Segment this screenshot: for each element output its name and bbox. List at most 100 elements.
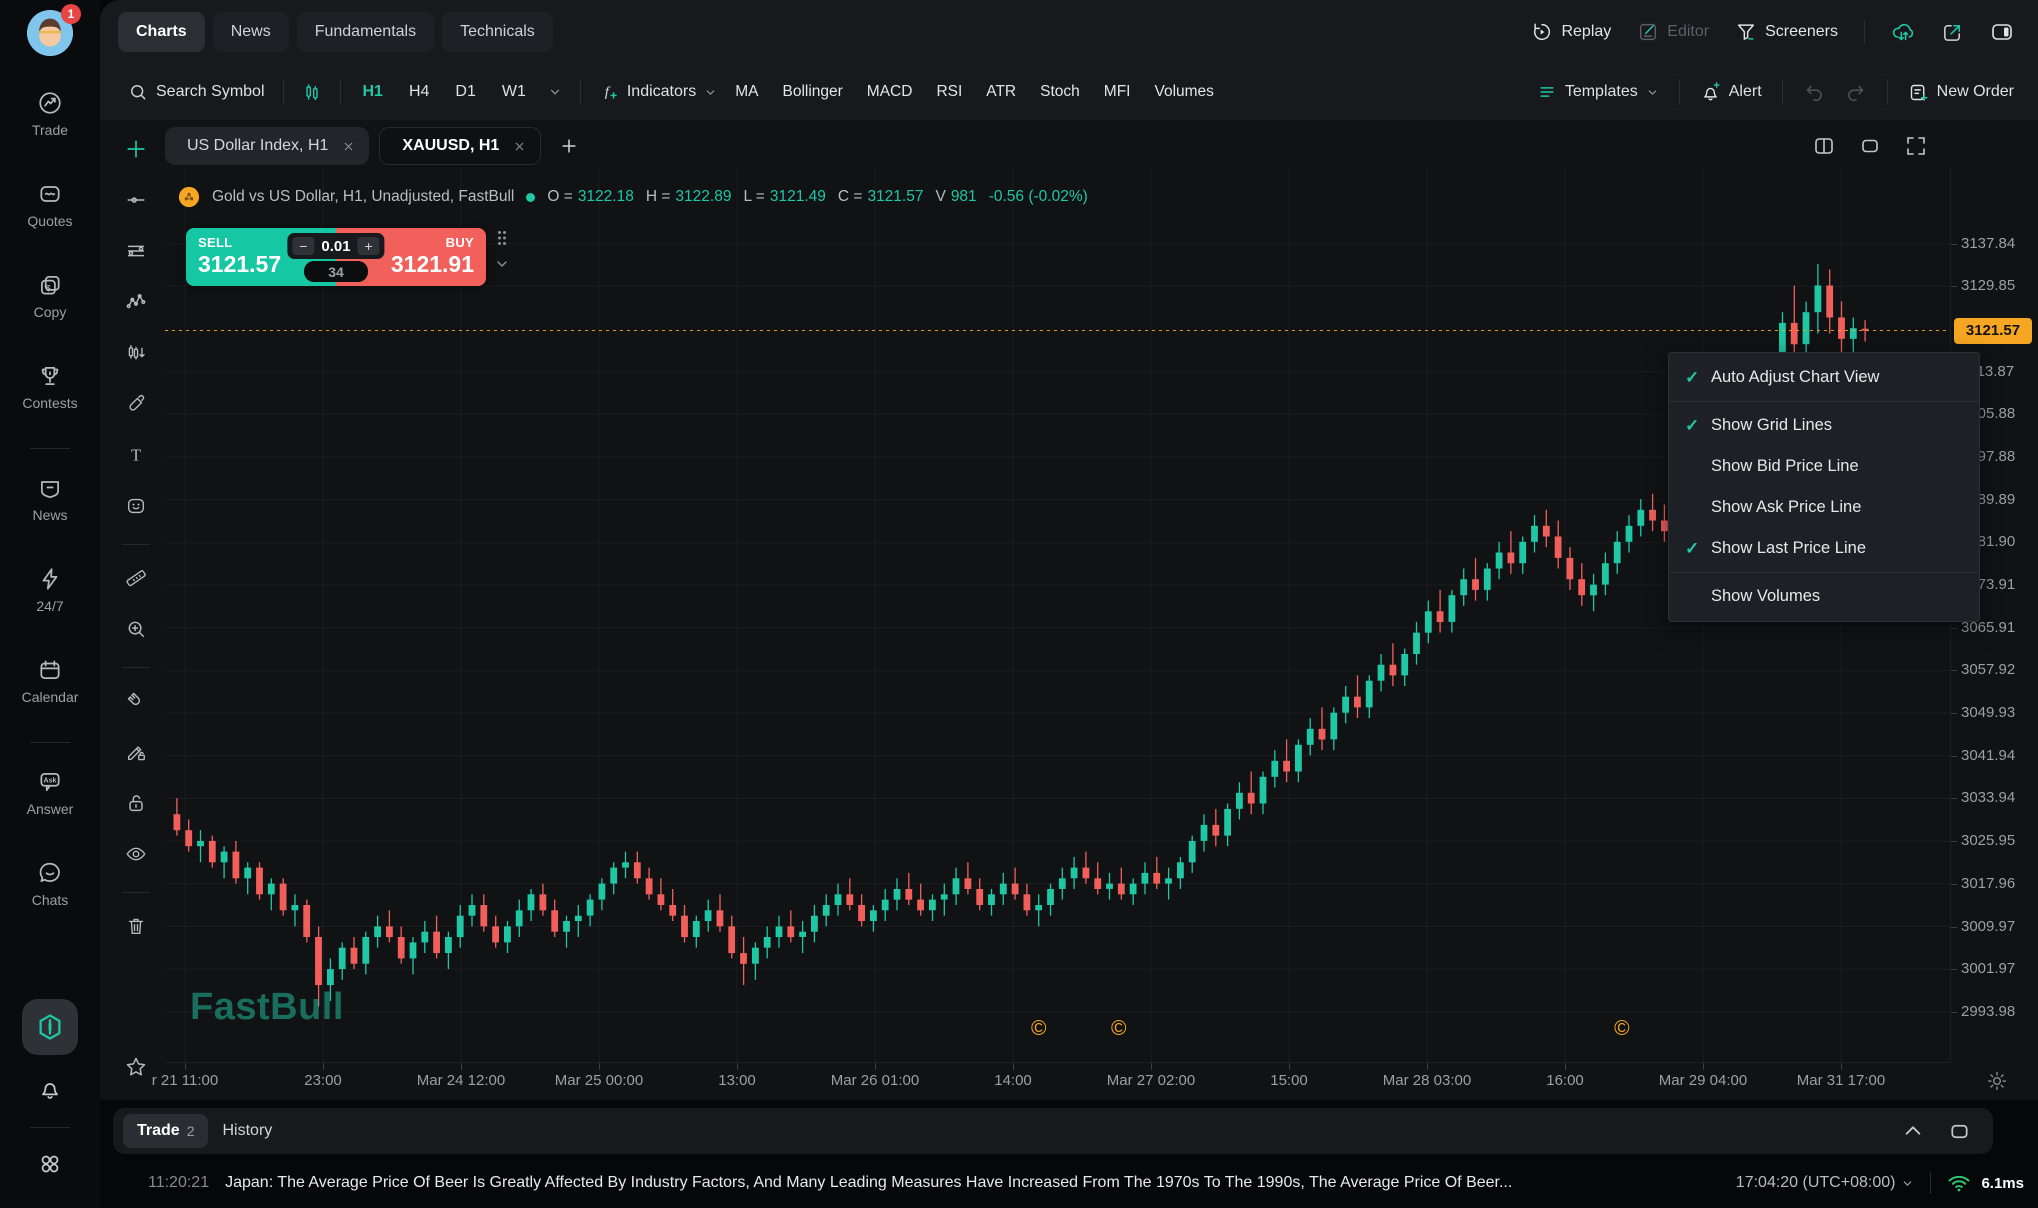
cloud-sync-button[interactable] [1891, 20, 1915, 44]
magnet-tool[interactable] [125, 684, 147, 718]
news-time: 11:20:21 [148, 1174, 209, 1192]
maximize-icon[interactable] [1858, 134, 1882, 158]
indicator-stoch[interactable]: Stoch [1040, 83, 1080, 101]
ruler-tool[interactable] [125, 561, 147, 595]
new-order-icon [1908, 82, 1929, 103]
volume-value[interactable]: 0.01 [321, 238, 350, 255]
menu-item-auto-adjust[interactable]: ✓Auto Adjust Chart View [1669, 357, 1979, 398]
tab-charts[interactable]: Charts [118, 12, 205, 52]
redo-button[interactable] [1845, 81, 1867, 103]
templates-button[interactable]: Templates [1537, 82, 1659, 102]
divider [1930, 1172, 1931, 1194]
sidebar-item-copy[interactable]: $ Copy [34, 272, 67, 322]
emoji-tool[interactable] [125, 489, 147, 523]
calendar-event-marker[interactable]: © [1108, 1018, 1130, 1040]
expand-panel-icon[interactable] [1948, 1120, 1971, 1143]
pattern-tool[interactable] [125, 285, 147, 319]
axis-settings-gear-icon[interactable] [1986, 1070, 2008, 1092]
sidebar-item-answer[interactable]: Ask Answer [27, 769, 74, 819]
timeframe-w1[interactable]: W1 [498, 83, 530, 101]
notifications-bell[interactable] [37, 1069, 63, 1109]
collapse-panel-icon[interactable] [1902, 1120, 1924, 1142]
indicator-rsi[interactable]: RSI [936, 83, 962, 101]
x-axis-tick [461, 1063, 462, 1070]
user-avatar[interactable]: 1 [27, 10, 73, 56]
time-axis[interactable]: r 21 11:0023:00Mar 24 12:00Mar 25 00:001… [165, 1062, 1950, 1096]
menu-item-volumes[interactable]: ✓Show Volumes [1669, 576, 1979, 617]
sidebar-item-trade[interactable]: Trade [32, 90, 68, 140]
indicator-macd[interactable]: MACD [867, 83, 913, 101]
chart-tab-usd-index[interactable]: US Dollar Index, H1 [165, 127, 369, 165]
editor-button[interactable]: Editor [1637, 21, 1709, 43]
close-icon[interactable] [513, 140, 526, 153]
new-order-button[interactable]: New Order [1908, 82, 2014, 103]
sidebar-item-news[interactable]: News [32, 475, 67, 525]
hide-all-tool[interactable] [125, 837, 147, 871]
panel-toggle-button[interactable] [1990, 20, 2014, 44]
indicators-button[interactable]: f Indicators [599, 82, 717, 102]
legend-title[interactable]: Gold vs US Dollar, H1, Unadjusted, FastB… [212, 188, 514, 206]
add-chart-tab-button[interactable] [559, 136, 579, 156]
active-app-button[interactable] [22, 999, 78, 1055]
open-external-button[interactable] [1941, 21, 1964, 44]
replay-button[interactable]: Replay [1531, 21, 1611, 43]
sidebar-item-contests[interactable]: Contests [22, 363, 77, 413]
timeframe-d1[interactable]: D1 [451, 83, 479, 101]
layout-select-icon[interactable] [1812, 134, 1836, 158]
sidebar-separator [30, 742, 70, 743]
delete-tool[interactable] [125, 909, 147, 943]
apps-grid-button[interactable] [37, 1144, 63, 1184]
sidebar-item-chats[interactable]: Chats [32, 860, 69, 910]
indicator-ma[interactable]: MA [735, 83, 758, 101]
text-tool[interactable]: T [125, 438, 147, 472]
search-symbol[interactable]: Search Symbol [128, 82, 265, 102]
order-widget-handle[interactable] [494, 230, 510, 272]
menu-item-grid-lines[interactable]: ✓Show Grid Lines [1669, 405, 1979, 446]
indicator-volumes[interactable]: Volumes [1154, 83, 1213, 101]
screeners-button[interactable]: Screeners [1735, 21, 1838, 43]
legend-open: O =3122.18 [547, 188, 633, 206]
news-ticker[interactable]: Japan: The Average Price Of Beer Is Grea… [225, 1174, 1720, 1192]
trendline-tool[interactable] [125, 183, 147, 217]
server-clock[interactable]: 17:04:20 (UTC+08:00) [1736, 1174, 1915, 1192]
x-axis-label: Mar 24 12:00 [417, 1072, 505, 1089]
alert-button[interactable]: Alert [1700, 82, 1762, 103]
undo-button[interactable] [1803, 81, 1825, 103]
crosshair-tool[interactable] [125, 132, 147, 166]
lock-all-tool[interactable] [125, 786, 147, 820]
calendar-event-marker[interactable]: © [1028, 1018, 1050, 1040]
timeframe-h1[interactable]: H1 [359, 83, 387, 101]
fib-retracement-tool[interactable] [125, 234, 147, 268]
close-icon[interactable] [342, 140, 355, 153]
forecast-tool[interactable] [125, 336, 147, 370]
indicator-mfi[interactable]: MFI [1104, 83, 1131, 101]
tab-fundamentals[interactable]: Fundamentals [297, 12, 434, 52]
sidebar-item-calendar[interactable]: Calendar [22, 657, 79, 707]
chart-tab-xauusd[interactable]: XAUUSD, H1 [379, 127, 541, 165]
menu-item-ask-line[interactable]: ✓Show Ask Price Line [1669, 487, 1979, 528]
brush-tool[interactable] [125, 387, 147, 421]
indicator-atr[interactable]: ATR [986, 83, 1016, 101]
tab-news[interactable]: News [213, 12, 289, 52]
menu-item-last-line[interactable]: ✓Show Last Price Line [1669, 528, 1979, 569]
drawing-lock-tool[interactable] [125, 735, 147, 769]
wifi-icon [1947, 1171, 1971, 1195]
y-axis-label: 3033.94 [1961, 789, 2015, 806]
indicator-bollinger[interactable]: Bollinger [782, 83, 842, 101]
menu-item-bid-line[interactable]: ✓Show Bid Price Line [1669, 446, 1979, 487]
zoom-in-tool[interactable] [125, 612, 147, 646]
compare-symbol-button[interactable] [302, 82, 322, 102]
timeframe-h4[interactable]: H4 [405, 83, 433, 101]
fullscreen-icon[interactable] [1904, 134, 1928, 158]
calendar-event-marker[interactable]: © [1611, 1018, 1633, 1040]
volume-increase-button[interactable]: + [358, 237, 380, 255]
sidebar-item-quotes[interactable]: Quotes [27, 181, 72, 231]
tab-technicals[interactable]: Technicals [442, 12, 553, 52]
favorites-tool[interactable] [124, 1050, 148, 1084]
bottom-tab-trade[interactable]: Trade 2 [123, 1114, 208, 1148]
sidebar-item-247[interactable]: 24/7 [36, 566, 63, 616]
chevron-down-icon[interactable] [548, 85, 562, 99]
volume-decrease-button[interactable]: − [292, 237, 314, 255]
bottom-tab-history[interactable]: History [208, 1114, 286, 1148]
order-widget: SELL 3121.57 BUY 3121.91 − 0.01 + 34 [186, 228, 486, 286]
